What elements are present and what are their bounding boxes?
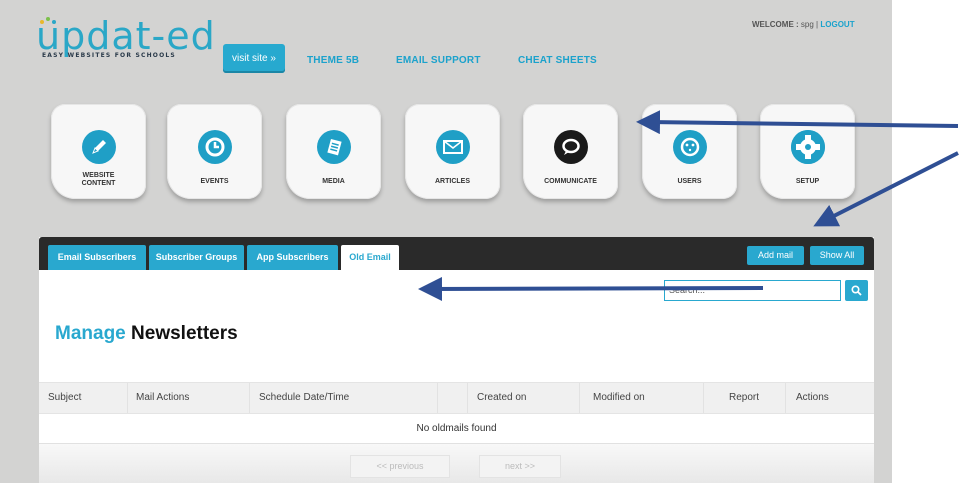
visit-site-button[interactable]: visit site » xyxy=(223,44,285,73)
newsletter-panel: Email Subscribers Subscriber Groups App … xyxy=(39,237,874,483)
next-page-button[interactable]: next >> xyxy=(479,455,561,478)
search-input[interactable]: Search... xyxy=(664,280,841,301)
page-title-rest: Newsletters xyxy=(131,323,238,344)
column-divider xyxy=(703,383,704,413)
page-title: Manage Newsletters xyxy=(55,323,238,345)
tile-users[interactable]: USERS xyxy=(642,104,737,199)
tile-label: SETUP xyxy=(795,178,820,185)
welcome-label: WELCOME : xyxy=(752,20,799,29)
tile-label: EVENTS xyxy=(200,178,229,185)
column-divider xyxy=(579,383,580,413)
show-all-button[interactable]: Show All xyxy=(810,246,864,265)
nav-theme[interactable]: THEME 5B xyxy=(307,55,359,66)
tab-old-email[interactable]: Old Email xyxy=(341,245,399,270)
logout-link[interactable]: LOGOUT xyxy=(820,20,854,29)
screenshot-stage: updat-ed EASY WEBSITES FOR SCHOOLS visit… xyxy=(0,0,974,483)
column-divider xyxy=(467,383,468,413)
logo-text: updat-ed xyxy=(36,14,216,58)
gear-icon xyxy=(791,130,825,164)
tile-website-content[interactable]: WEBSITE CONTENT xyxy=(51,104,146,199)
column-divider xyxy=(127,383,128,413)
admin-app: updat-ed EASY WEBSITES FOR SCHOOLS visit… xyxy=(0,0,892,483)
nav-cheat-sheets[interactable]: CHEAT SHEETS xyxy=(518,55,597,66)
column-modified-on[interactable]: Modified on xyxy=(593,383,645,413)
page-title-accent: Manage xyxy=(55,323,126,344)
column-divider xyxy=(249,383,250,413)
column-divider xyxy=(785,383,786,413)
logo-dot xyxy=(40,20,44,24)
user-face-icon xyxy=(673,130,707,164)
pagination-bar: << previous next >> xyxy=(39,443,874,483)
tile-media[interactable]: MEDIA xyxy=(286,104,381,199)
tab-app-subscribers[interactable]: App Subscribers xyxy=(247,245,338,270)
pencil-icon xyxy=(82,130,116,164)
previous-page-button[interactable]: << previous xyxy=(350,455,450,478)
column-actions: Actions xyxy=(796,392,829,403)
tile-communicate[interactable]: COMMUNICATE xyxy=(523,104,618,199)
column-report: Report xyxy=(729,392,760,403)
tile-label: COMMUNICATE xyxy=(544,178,597,185)
speech-bubble-icon xyxy=(554,130,588,164)
tab-subscriber-groups[interactable]: Subscriber Groups xyxy=(149,245,244,270)
empty-table-message: No oldmails found xyxy=(39,415,874,443)
search-icon xyxy=(851,285,862,296)
tile-events[interactable]: EVENTS xyxy=(167,104,262,199)
logo[interactable]: updat-ed EASY WEBSITES FOR SCHOOLS xyxy=(36,16,216,59)
welcome-bar: WELCOME : spg | LOGOUT xyxy=(752,20,855,29)
add-mail-button[interactable]: Add mail xyxy=(747,246,804,265)
tile-label: ARTICLES xyxy=(435,178,470,185)
document-icon xyxy=(317,130,351,164)
column-divider xyxy=(437,383,438,413)
column-created-on[interactable]: Created on xyxy=(477,383,526,413)
tile-setup[interactable]: SETUP xyxy=(760,104,855,199)
column-schedule[interactable]: Schedule Date/Time xyxy=(259,383,349,413)
tile-articles[interactable]: ARTICLES xyxy=(405,104,500,199)
envelope-icon xyxy=(436,130,470,164)
column-subject[interactable]: Subject xyxy=(48,383,81,413)
nav-email-support[interactable]: EMAIL SUPPORT xyxy=(396,55,481,66)
tab-email-subscribers[interactable]: Email Subscribers xyxy=(48,245,146,270)
logo-dot xyxy=(46,17,50,21)
column-mail-actions: Mail Actions xyxy=(136,392,190,403)
logo-dot xyxy=(52,20,56,24)
tile-label: USERS xyxy=(677,178,702,185)
username: spg xyxy=(800,20,814,29)
search-button[interactable] xyxy=(845,280,868,301)
clock-icon xyxy=(198,130,232,164)
tile-label: WEBSITE CONTENT xyxy=(81,172,116,187)
tile-label: MEDIA xyxy=(322,178,345,185)
welcome-separator: | xyxy=(816,20,819,29)
table-header: Subject Mail Actions Schedule Date/Time … xyxy=(39,382,874,414)
